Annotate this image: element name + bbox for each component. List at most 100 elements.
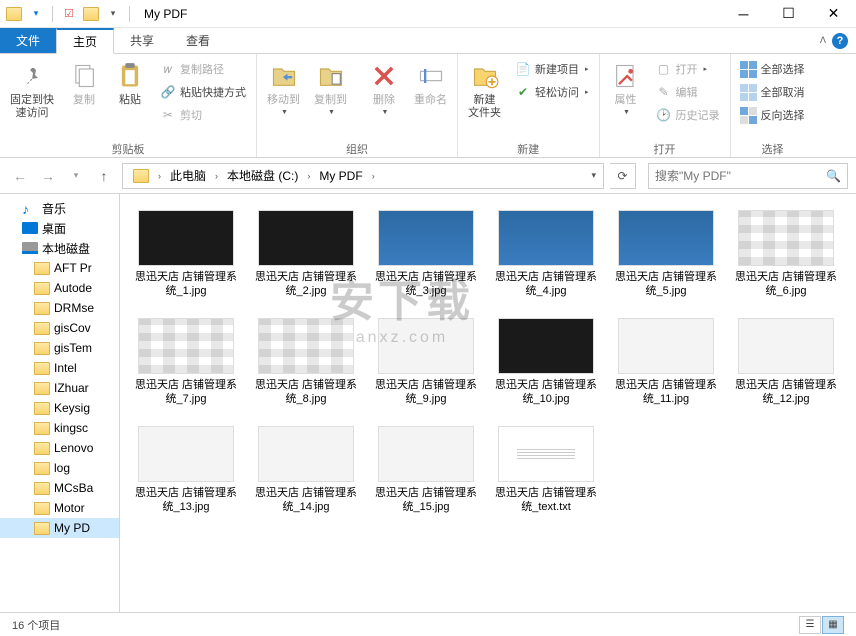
minimize-button[interactable]: ─ [721,0,766,28]
details-view-button[interactable]: ☰ [799,616,821,634]
sidebar-item[interactable]: gisTem [0,338,119,358]
selectall-button[interactable]: 全部选择 [735,58,811,80]
copy-button[interactable]: 复制 [62,56,106,107]
down-chev-icon[interactable]: ▾ [26,4,46,24]
file-item[interactable]: 思迅天店 店铺管理系统_1.jpg [132,210,240,298]
tab-share[interactable]: 共享 [114,28,170,53]
file-name: 思迅天店 店铺管理系统_11.jpg [612,378,720,406]
tab-home[interactable]: 主页 [56,28,114,54]
sidebar-item[interactable]: log [0,458,119,478]
sidebar-item[interactable]: kingsc [0,418,119,438]
sidebar-item[interactable]: ♪音乐 [0,198,119,218]
paste-button[interactable]: 粘贴 [108,56,152,107]
checkbox-icon[interactable]: ☑ [59,4,79,24]
overflow-icon[interactable]: ▾ [103,4,123,24]
newfolder-button[interactable]: 新建 文件夹 [462,56,507,120]
file-item[interactable]: 思迅天店 店铺管理系统_15.jpg [372,426,480,514]
tab-view[interactable]: 查看 [170,28,226,53]
moveto-button[interactable]: 移动到 ▼ [261,56,306,116]
delete-button[interactable]: 删除 ▼ [362,56,406,116]
history-button[interactable]: 🕑历史记录 [650,104,726,126]
file-item[interactable]: 思迅天店 店铺管理系统_11.jpg [612,318,720,406]
delete-icon [368,60,400,92]
sidebar-item[interactable]: 本地磁盘 [0,238,119,258]
file-item[interactable]: 思迅天店 店铺管理系统_2.jpg [252,210,360,298]
folder-icon [34,302,50,315]
sidebar-label: 本地磁盘 [42,240,90,257]
properties-button[interactable]: 属性 ▼ [604,56,648,116]
sidebar-label: DRMse [54,301,94,315]
file-item[interactable]: 思迅天店 店铺管理系统_6.jpg [732,210,840,298]
file-item[interactable]: 思迅天店 店铺管理系统_3.jpg [372,210,480,298]
edit-button[interactable]: ✎编辑 [650,81,726,103]
file-item[interactable]: 思迅天店 店铺管理系统_10.jpg [492,318,600,406]
open-button[interactable]: ▢打开▸ [650,58,726,80]
recent-button[interactable]: ▾ [64,164,88,188]
open-label: 打开 [676,61,698,77]
folder-icon [34,342,50,355]
help-icon[interactable]: ? [832,33,848,49]
file-item[interactable]: 思迅天店 店铺管理系统_text.txt [492,426,600,514]
sidebar-item[interactable]: Autode [0,278,119,298]
address-bar[interactable]: › 此电脑 › 本地磁盘 (C:) › My PDF › ▾ [122,163,604,189]
sidebar-item[interactable]: gisCov [0,318,119,338]
file-item[interactable]: 思迅天店 店铺管理系统_9.jpg [372,318,480,406]
sidebar-item[interactable]: Intel [0,358,119,378]
chevron-icon[interactable]: › [212,171,221,181]
cut-button[interactable]: ✂剪切 [154,104,252,126]
file-item[interactable]: 思迅天店 店铺管理系统_13.jpg [132,426,240,514]
tab-file[interactable]: 文件 [0,28,56,53]
thumbnail [378,318,474,374]
copy-path-button[interactable]: 𝑤复制路径 [154,58,252,80]
selectnone-button[interactable]: 全部取消 [735,81,811,103]
close-button[interactable]: ✕ [811,0,856,28]
group-label: 剪贴板 [4,141,252,157]
sidebar-item[interactable]: AFT Pr [0,258,119,278]
search-box[interactable]: 🔍 [648,163,848,189]
main: ♪音乐桌面本地磁盘AFT PrAutode DRMse gisCovgisTemIn… [0,194,856,612]
search-input[interactable] [655,169,826,183]
newitem-button[interactable]: 📄新建项目▸ [509,58,595,80]
rename-button[interactable]: 重命名 [408,56,453,107]
maximize-button[interactable]: ☐ [766,0,811,28]
copyto-button[interactable]: 复制到 ▼ [308,56,353,116]
easyaccess-button[interactable]: ✔轻松访问▸ [509,81,595,103]
breadcrumb[interactable]: My PDF [313,164,368,188]
chevron-icon[interactable]: › [304,171,313,181]
addr-dropdown-icon[interactable]: ▾ [588,170,599,181]
paste-shortcut-button[interactable]: 🔗粘贴快捷方式 [154,81,252,103]
collapse-ribbon-icon[interactable]: ᐱ [820,35,826,46]
chevron-icon[interactable]: › [155,171,164,181]
file-item[interactable]: 思迅天店 店铺管理系统_8.jpg [252,318,360,406]
chevron-icon[interactable]: › [369,171,378,181]
back-button[interactable]: ← [8,164,32,188]
file-item[interactable]: 思迅天店 店铺管理系统_14.jpg [252,426,360,514]
selectnone-icon [741,84,757,100]
icons-view-button[interactable]: ▦ [822,616,844,634]
sidebar-label: IZhuar [54,381,89,395]
file-item[interactable]: 思迅天店 店铺管理系统_7.jpg [132,318,240,406]
sidebar-item[interactable]: Motor [0,498,119,518]
sidebar-item[interactable]: Keysig [0,398,119,418]
folder-icon [34,482,50,495]
file-item[interactable]: 思迅天店 店铺管理系统_4.jpg [492,210,600,298]
pin-icon [16,60,48,92]
forward-button[interactable]: → [36,164,60,188]
up-button[interactable]: ↑ [92,164,116,188]
breadcrumb[interactable]: 此电脑 [164,164,212,188]
file-item[interactable]: 思迅天店 店铺管理系统_12.jpg [732,318,840,406]
sidebar-item[interactable]: MCsBa [0,478,119,498]
sidebar-item[interactable]: My PD [0,518,119,538]
breadcrumb[interactable]: 本地磁盘 (C:) [221,164,304,188]
thumbnail [258,318,354,374]
disk-icon [22,242,38,254]
pin-button[interactable]: 固定到快 速访问 [4,56,60,120]
file-item[interactable]: 思迅天店 店铺管理系统_5.jpg [612,210,720,298]
sidebar-item[interactable]: 桌面 [0,218,119,238]
refresh-button[interactable]: ⟳ [610,163,636,189]
invert-button[interactable]: 反向选择 [735,104,811,126]
group-open: 属性 ▼ ▢打开▸ ✎编辑 🕑历史记录 打开 [600,54,731,157]
sidebar-item[interactable]: DRMse [0,298,119,318]
sidebar-item[interactable]: Lenovo [0,438,119,458]
sidebar-item[interactable]: IZhuar [0,378,119,398]
